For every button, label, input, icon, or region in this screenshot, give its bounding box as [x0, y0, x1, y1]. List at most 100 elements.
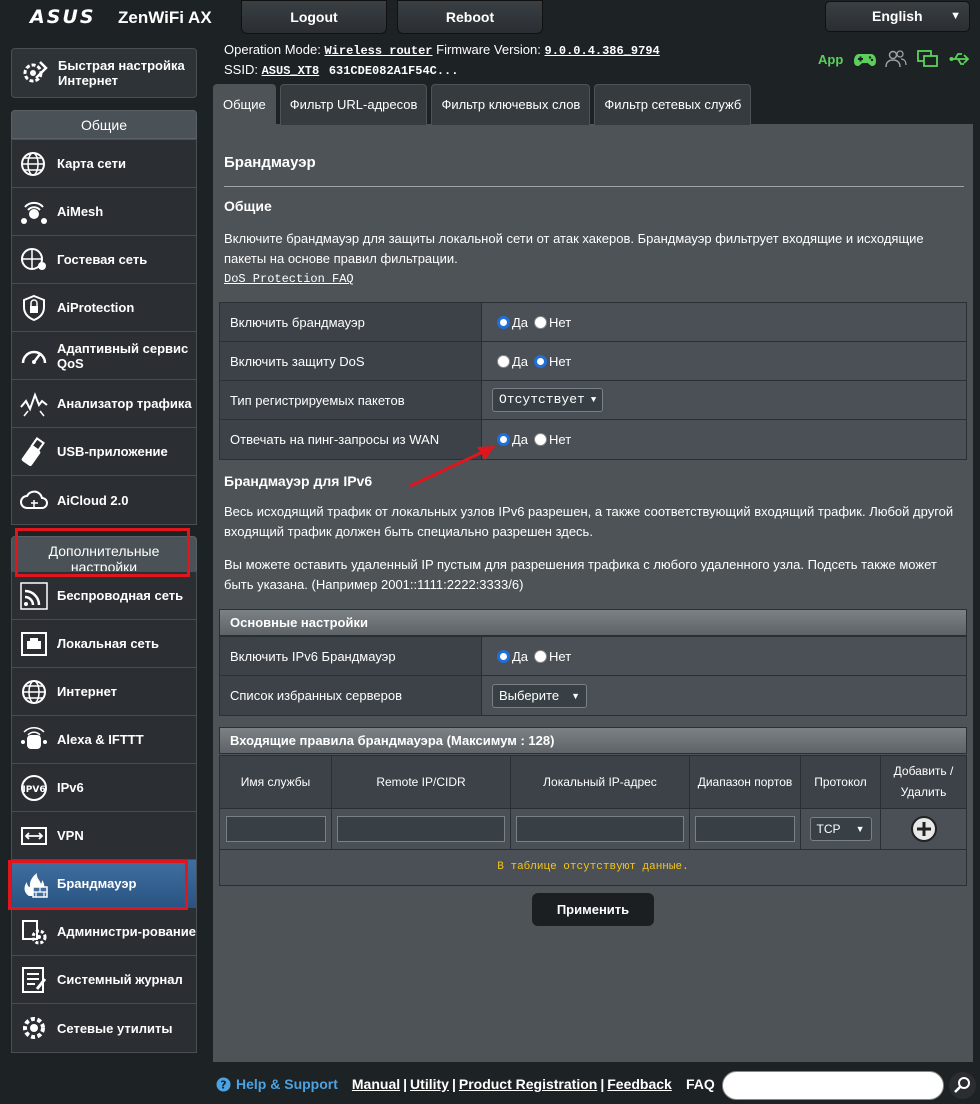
tab-bar: Общие Фильтр URL-адресов Фильтр ключевых…: [213, 84, 752, 125]
sidebar-item-aiprotection[interactable]: AiProtection: [12, 284, 196, 332]
help-icon: ?: [216, 1077, 231, 1091]
divider: [224, 186, 964, 187]
utility-link[interactable]: Utility: [410, 1076, 449, 1092]
general-nav: Карта сети AiMesh Гостевая сеть AiProtec…: [11, 139, 197, 525]
registration-link[interactable]: Product Registration: [459, 1076, 597, 1092]
model-name: ZenWiFi AX: [118, 8, 212, 27]
manual-link[interactable]: Manual: [352, 1076, 400, 1092]
radio-no[interactable]: [534, 649, 548, 663]
basic-settings-header: Основные настройки: [219, 609, 967, 636]
sidebar-item-internet[interactable]: Интернет: [12, 668, 196, 716]
aimesh-icon: [19, 197, 49, 227]
sidebar-item-system-log[interactable]: Системный журнал: [12, 956, 196, 1004]
ipv6-description-1: Весь исходящий трафик от локальных узлов…: [224, 504, 954, 539]
ssid-link-1[interactable]: ASUS_XT8: [262, 64, 320, 78]
remote-ip-input[interactable]: [337, 816, 505, 842]
rules-table: Имя службы Remote IP/CIDR Локальный IP-а…: [219, 755, 967, 886]
sidebar-item-label: USB-приложение: [57, 444, 168, 459]
vpn-icon: [19, 821, 49, 851]
sidebar-item-guest-network[interactable]: Гостевая сеть: [12, 236, 196, 284]
gamepad-icon[interactable]: [853, 50, 877, 68]
sidebar-item-ipv6[interactable]: IPV6 IPv6: [12, 764, 196, 812]
table-row: Тип регистрируемых пакетов Отсутствует ▼: [220, 381, 966, 420]
apply-button[interactable]: Применить: [532, 893, 654, 926]
select-value: Отсутствует: [499, 392, 585, 407]
language-select[interactable]: English ▼: [825, 1, 970, 32]
sidebar-item-administration[interactable]: Администри-рование: [12, 908, 196, 956]
sidebar-item-label: AiMesh: [57, 204, 104, 219]
tab-url-filter[interactable]: Фильтр URL-адресов: [279, 84, 428, 125]
radio-no[interactable]: [534, 354, 548, 368]
tab-general[interactable]: Общие: [213, 84, 276, 125]
op-mode-link[interactable]: Wireless router: [324, 44, 432, 58]
packet-type-select[interactable]: Отсутствует ▼: [492, 388, 604, 412]
tab-service-filter[interactable]: Фильтр сетевых служб: [594, 84, 752, 125]
radio-yes[interactable]: [497, 354, 510, 368]
table-row: Включить IPv6 Брандмауэр Да Нет: [220, 637, 966, 676]
chevron-down-icon: ▼: [855, 824, 865, 834]
table-row: Список избранных серверов Выберите ▼: [220, 676, 966, 715]
radio-label: Да: [512, 353, 529, 369]
protocol-select[interactable]: TCP ▼: [809, 817, 872, 841]
add-rule-icon[interactable]: [910, 816, 937, 842]
sidebar-item-alexa[interactable]: Alexa & IFTTT: [12, 716, 196, 764]
help-support-link[interactable]: ? Help & Support: [216, 1076, 338, 1092]
globe-icon: [19, 677, 49, 707]
highlight-firewall: [8, 860, 188, 910]
sidebar-item-vpn[interactable]: VPN: [12, 812, 196, 860]
sidebar-item-label: Беспроводная сеть: [57, 588, 184, 603]
radio-yes[interactable]: [497, 315, 510, 329]
sidebar-item-label: Интернет: [57, 684, 118, 699]
svg-text:?: ?: [220, 1078, 226, 1091]
service-name-input[interactable]: [225, 816, 326, 842]
port-range-input[interactable]: [695, 816, 795, 842]
sidebar-item-network-map[interactable]: Карта сети: [12, 140, 196, 188]
column-header: Протокол: [801, 756, 881, 808]
sidebar-item-network-tools[interactable]: Сетевые утилиты: [12, 1004, 196, 1052]
ssid-link-2[interactable]: 631CDE082A1F54C...: [329, 64, 459, 78]
logout-button[interactable]: Logout: [241, 0, 387, 34]
column-header: Добавить / Удалить: [893, 764, 954, 799]
quick-setup-button[interactable]: Быстрая настройка Интернет: [11, 48, 197, 98]
radio-no[interactable]: [534, 433, 548, 446]
favorite-servers-select[interactable]: Выберите ▼: [492, 683, 587, 708]
asus-logo[interactable]: ASUS: [30, 6, 96, 28]
ipv6-settings-table: Включить IPv6 Брандмауэр Да Нет Список и…: [219, 636, 967, 716]
search-button[interactable]: [949, 1072, 976, 1099]
users-icon[interactable]: [885, 50, 907, 68]
radio-yes[interactable]: [497, 649, 510, 663]
ipv6-subtitle: Брандмауэр для IPv6: [224, 473, 373, 489]
sidebar-item-usb[interactable]: USB-приложение: [12, 428, 196, 476]
radio-label: Да: [512, 314, 529, 330]
fw-label: Firmware Version:: [436, 42, 541, 57]
reboot-button[interactable]: Reboot: [397, 0, 543, 34]
svg-text:IPV6: IPV6: [22, 785, 45, 795]
fw-link[interactable]: 9.0.0.4.386_9794: [545, 44, 660, 58]
feedback-link[interactable]: Feedback: [607, 1076, 672, 1092]
sidebar-item-aicloud[interactable]: AiCloud 2.0: [12, 476, 196, 524]
gauge-icon: [19, 341, 49, 371]
sidebar-item-wireless[interactable]: Беспроводная сеть: [12, 572, 196, 620]
faq-search-input[interactable]: [722, 1071, 944, 1100]
wand-icon: [20, 58, 50, 88]
local-ip-input[interactable]: [516, 816, 684, 842]
app-link[interactable]: App: [818, 52, 843, 67]
wan-icon[interactable]: [917, 50, 939, 68]
sidebar-item-qos[interactable]: Адаптивный сервис QoS: [12, 332, 196, 380]
row-label: Включить IPv6 Брандмауэр: [220, 637, 482, 675]
sidebar-item-label: Карта сети: [57, 156, 126, 171]
lan-port-icon: [19, 629, 49, 659]
radio-label: Нет: [549, 353, 572, 369]
tab-keyword-filter[interactable]: Фильтр ключевых слов: [431, 84, 591, 125]
general-subtitle: Общие: [224, 198, 272, 214]
sidebar-item-label: Alexa & IFTTT: [57, 732, 144, 747]
sidebar-item-aimesh[interactable]: AiMesh: [12, 188, 196, 236]
wan-ping-radios: Да Нет: [482, 420, 966, 459]
general-description: Включите брандмауэр для защиты локальной…: [224, 231, 924, 266]
usb-icon[interactable]: [949, 50, 971, 68]
sidebar-item-traffic-analyzer[interactable]: Анализатор трафика: [12, 380, 196, 428]
sidebar-item-lan[interactable]: Локальная сеть: [12, 620, 196, 668]
chevron-down-icon: ▼: [571, 690, 580, 701]
radio-no[interactable]: [534, 315, 548, 329]
dos-faq-link[interactable]: DoS Protection FAQ: [224, 272, 354, 286]
